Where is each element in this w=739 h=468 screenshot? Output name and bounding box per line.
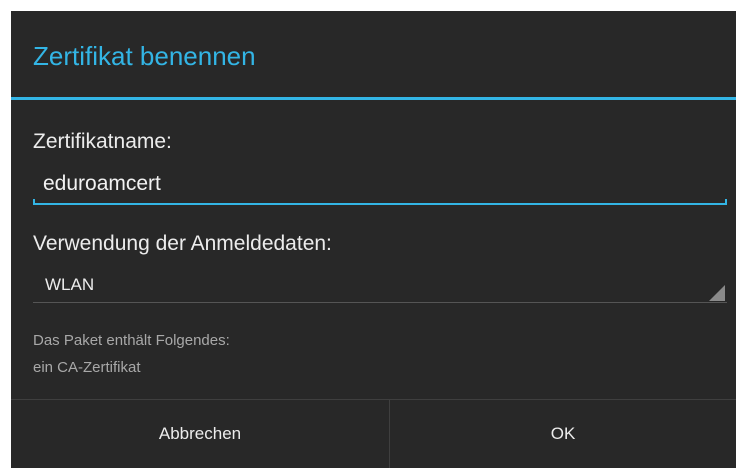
cancel-button[interactable]: Abbrechen <box>11 400 389 468</box>
certificate-name-value: eduroamcert <box>43 172 161 195</box>
spinner-underline <box>33 302 727 303</box>
dialog-title: Zertifikat benennen <box>33 41 256 71</box>
input-underline-tick-right <box>725 199 727 205</box>
input-underline <box>33 203 727 205</box>
package-info-content: ein CA-Zertifikat <box>33 359 141 376</box>
title-divider <box>11 97 736 100</box>
package-info-heading: Das Paket enthält Folgendes: <box>33 332 230 349</box>
credential-usage-value: WLAN <box>45 275 95 294</box>
dropdown-triangle-icon <box>709 285 725 301</box>
certificate-name-label: Zertifikatname: <box>33 130 172 153</box>
input-underline-tick-left <box>33 199 35 205</box>
credential-usage-label: Verwendung der Anmeldedaten: <box>33 232 332 255</box>
certificate-name-input[interactable]: eduroamcert <box>33 167 727 205</box>
dialog-title-bar: Zertifikat benennen <box>11 11 736 97</box>
certificate-name-dialog: Zertifikat benennen Zertifikatname: edur… <box>11 11 736 468</box>
ok-button[interactable]: OK <box>390 400 736 468</box>
credential-usage-spinner[interactable]: WLAN <box>33 269 727 303</box>
